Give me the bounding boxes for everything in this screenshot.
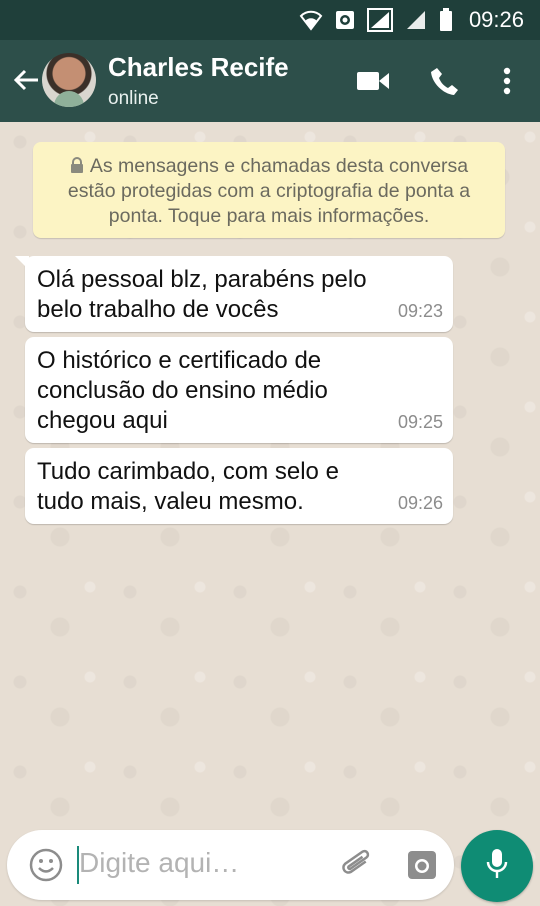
video-call-icon[interactable] <box>356 64 390 98</box>
lock-icon <box>70 155 84 173</box>
message-input-bar: Digite aqui… <box>7 830 454 900</box>
mic-icon <box>486 848 508 885</box>
message-text: Olá pessoal blz, parabéns pelo belo trab… <box>37 266 367 323</box>
message-input[interactable]: Digite aqui… <box>79 847 239 879</box>
mic-button[interactable] <box>461 830 533 902</box>
message-time: 09:26 <box>397 493 443 513</box>
camera-icon[interactable] <box>407 850 437 880</box>
signal-icon-2 <box>405 9 427 31</box>
message-bubble[interactable]: Olá pessoal blz, parabéns pelo belo trab… <box>15 256 453 332</box>
message-text: O histórico e certificado de conclusão d… <box>37 347 328 434</box>
signal-icon <box>366 8 393 32</box>
data-saver-icon <box>335 10 355 30</box>
app-bar: Charles Recife online <box>0 40 540 122</box>
encryption-notice-text: As mensagens e chamadas desta conversa e… <box>67 155 471 227</box>
phone-icon[interactable] <box>428 64 462 98</box>
message-time: 09:25 <box>397 412 443 432</box>
back-arrow-icon[interactable] <box>10 64 42 96</box>
more-options-icon[interactable] <box>490 64 524 98</box>
message-text: Tudo carimbado, com selo e tudo mais, va… <box>37 458 339 515</box>
message-bubble[interactable]: Tudo carimbado, com selo e tudo mais, va… <box>25 448 453 524</box>
emoji-icon[interactable] <box>29 848 63 882</box>
message-bubble[interactable]: O histórico e certificado de conclusão d… <box>25 337 453 443</box>
status-bar: 09:26 <box>0 0 540 40</box>
battery-icon <box>439 8 453 32</box>
message-time: 09:23 <box>397 301 443 321</box>
contact-name[interactable]: Charles Recife <box>108 52 289 83</box>
contact-status: online <box>108 88 159 109</box>
wifi-icon <box>299 9 323 31</box>
attach-icon[interactable] <box>339 846 375 884</box>
avatar[interactable] <box>42 53 96 107</box>
encryption-notice[interactable]: As mensagens e chamadas desta conversa e… <box>33 142 505 238</box>
status-time: 09:26 <box>468 7 524 32</box>
